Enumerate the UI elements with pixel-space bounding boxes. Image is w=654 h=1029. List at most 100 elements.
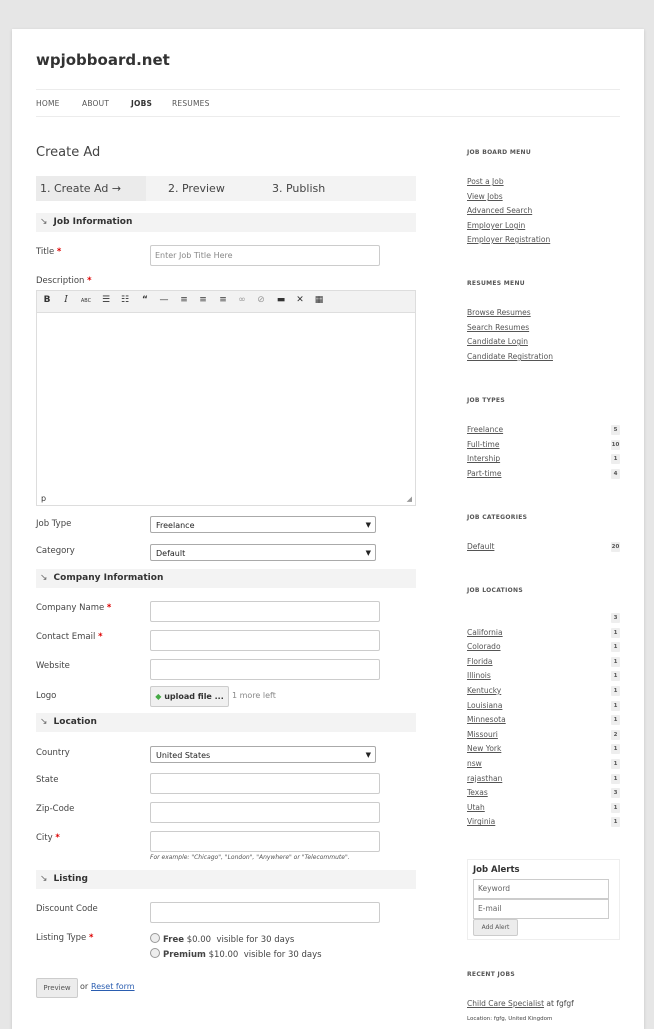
more-tag-icon[interactable]: ▬ [275,295,287,305]
job-location-link[interactable]: rajasthan [467,774,502,783]
description-editor[interactable]: B I ABC ☰ ☷ “ — ≡ ≡ ≡ ∞ ⊘ ▬ ✕ ▦ p ◢ [36,290,416,506]
job-location-count-badge: 1 [611,759,620,769]
main-navigation: HOME ABOUT JOBS RESUMES [36,89,620,117]
nav-jobs[interactable]: JOBS [131,99,152,108]
job-location-row: Missouri 2 [467,729,620,741]
recent-job-link[interactable]: Child Care Specialist [467,999,544,1008]
category-select[interactable]: Default ▼ [150,544,376,561]
sidebar-link-browse-resumes[interactable]: Browse Resumes [467,308,531,317]
job-location-link[interactable]: Utah [467,803,485,812]
unlink-icon[interactable]: ⊘ [255,295,267,305]
sidebar-link-advanced-search[interactable]: Advanced Search [467,206,532,215]
job-location-count-badge: 1 [611,686,620,696]
title-input[interactable]: Enter Job Title Here [150,245,380,266]
link-icon[interactable]: ∞ [236,295,248,305]
country-label: Country [36,748,70,758]
listing-option-premium[interactable]: Premium $10.00 visible for 30 days [150,948,322,960]
nav-resumes[interactable]: RESUMES [172,99,210,108]
job-location-count-badge: 1 [611,656,620,667]
alert-keyword-input[interactable]: Keyword [473,879,609,899]
horizontal-rule-icon[interactable]: — [158,295,170,305]
job-location-link[interactable]: nsw [467,759,482,768]
sidebar-link-candidate-login[interactable]: Candidate Login [467,337,528,346]
job-type-link[interactable]: Intership [467,454,500,463]
zip-code-label: Zip-Code [36,804,75,814]
nav-about[interactable]: ABOUT [82,99,109,108]
job-location-count-badge: 1 [611,700,620,711]
job-type-link[interactable]: Freelance [467,425,503,434]
reset-form-link[interactable]: Reset form [91,982,135,991]
bullet-list-icon[interactable]: ☰ [100,295,112,305]
job-location-link[interactable]: Illinois [467,671,491,680]
sidebar-link-search-resumes[interactable]: Search Resumes [467,323,529,332]
job-location-link[interactable]: Colorado [467,642,501,651]
job-location-link[interactable]: Virginia [467,817,495,826]
add-alert-button[interactable]: Add Alert [473,919,518,936]
italic-icon[interactable]: I [60,295,72,305]
listing-option-free[interactable]: Free $0.00 visible for 30 days [150,933,294,945]
job-location-row: Minnesota 1 [467,715,620,726]
job-location-link[interactable]: Kentucky [467,686,501,695]
numbered-list-icon[interactable]: ☷ [119,295,131,305]
job-type-select[interactable]: Freelance ▼ [150,516,376,533]
alert-email-input[interactable]: E-mail [473,899,609,919]
zip-code-input[interactable] [150,802,380,823]
country-select[interactable]: United States ▼ [150,746,376,763]
sidebar-link-post-job[interactable]: Post a Job [467,177,504,186]
website-label: Website [36,661,70,671]
state-input[interactable] [150,773,380,794]
align-right-icon[interactable]: ≡ [217,295,229,305]
section-arrow-icon: ↘ [40,874,48,884]
website-input[interactable] [150,659,380,680]
job-location-row: California 1 [467,627,620,639]
kitchen-sink-icon[interactable]: ▦ [313,295,325,305]
job-type-link[interactable]: Full-time [467,440,499,449]
job-alerts-title: Job Alerts [473,865,520,875]
section-job-information: ↘ Job Information [36,213,416,232]
upload-file-button[interactable]: ◆ upload file ... [150,686,229,707]
job-category-count-badge: 20 [611,542,620,552]
fullscreen-icon[interactable]: ✕ [294,295,306,305]
preview-button[interactable]: Preview [36,978,78,998]
company-name-input[interactable] [150,601,380,622]
radio-icon[interactable] [150,933,160,943]
city-input[interactable] [150,831,380,852]
widget-title-job-board-menu: JOB BOARD MENU [467,149,532,156]
radio-icon[interactable] [150,948,160,958]
strikethrough-icon[interactable]: ABC [80,298,92,304]
sidebar-link-employer-login[interactable]: Employer Login [467,221,525,230]
bold-icon[interactable]: B [41,295,53,305]
section-company-information: ↘ Company Information [36,569,416,588]
align-left-icon[interactable]: ≡ [178,295,190,305]
job-location-count-badge: 1 [611,744,620,755]
widget-title-job-categories: JOB CATEGORIES [467,514,528,521]
job-location-count-badge: 3 [611,613,620,623]
job-location-link[interactable]: New York [467,744,501,753]
resize-handle-icon[interactable]: ◢ [407,495,412,503]
job-category-link[interactable]: Default [467,542,494,551]
sidebar-link-view-jobs[interactable]: View Jobs [467,192,503,201]
site-title[interactable]: wpjobboard.net [36,51,170,69]
sidebar-link-employer-registration[interactable]: Employer Registration [467,235,550,244]
job-type-link[interactable]: Part-time [467,469,501,478]
description-label: Description * [36,276,92,286]
blockquote-icon[interactable]: “ [139,295,151,305]
title-label: Title * [36,247,62,257]
job-location-link[interactable]: California [467,628,503,637]
chevron-down-icon: ▼ [365,521,371,529]
job-location-link[interactable]: Louisiana [467,701,502,710]
wizard-steps: 1. Create Ad → 2. Preview 3. Publish [36,176,416,201]
nav-home[interactable]: HOME [36,99,60,108]
step-preview: 2. Preview [168,182,225,195]
job-location-link[interactable]: Minnesota [467,715,506,724]
job-location-link[interactable]: Missouri [467,730,498,739]
sidebar-link-candidate-registration[interactable]: Candidate Registration [467,352,553,361]
section-listing: ↘ Listing [36,870,416,889]
align-center-icon[interactable]: ≡ [197,295,209,305]
job-location-link[interactable]: Texas [467,788,488,797]
job-location-count-badge: 1 [611,642,620,653]
job-location-link[interactable]: Florida [467,657,493,666]
discount-code-input[interactable] [150,902,380,923]
job-location-row: Kentucky 1 [467,686,620,697]
contact-email-input[interactable] [150,630,380,651]
